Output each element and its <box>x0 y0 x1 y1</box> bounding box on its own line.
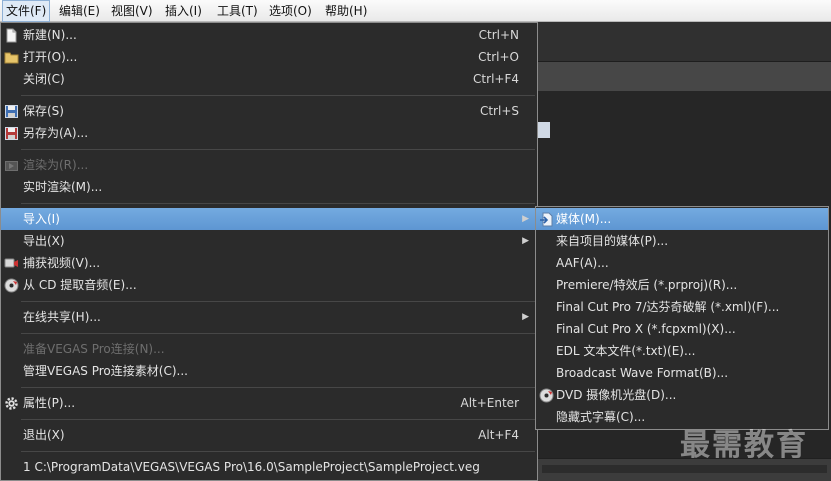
separator <box>21 387 535 388</box>
submenu-item-media[interactable]: 媒体(M)... <box>536 208 828 230</box>
file-menu-dropdown: 新建(N)... Ctrl+N 打开(O)... Ctrl+O 关闭(C) Ct… <box>0 22 538 481</box>
submenu-item-label: 媒体(M)... <box>556 212 612 226</box>
menu-options[interactable]: 选项(O) <box>266 0 315 22</box>
menu-file[interactable]: 文件(F) <box>2 0 51 22</box>
menu-item-label: 从 CD 提取音频(E)... <box>23 278 137 292</box>
submenu-item-label: Premiere/特效后 (*.prproj)(R)... <box>556 278 738 292</box>
submenu-item-fcp7[interactable]: Final Cut Pro 7/达芬奇破解 (*.xml)(F)... <box>536 296 828 318</box>
document-icon <box>538 122 550 138</box>
menu-item-label: 管理VEGAS Pro连接素材(C)... <box>23 364 188 378</box>
menu-item-label: 属性(P)... <box>23 396 76 410</box>
cd-icon <box>4 278 19 293</box>
submenu-item-edl[interactable]: EDL 文本文件(*.txt)(E)... <box>536 340 828 362</box>
submenu-item-label: Broadcast Wave Format(B)... <box>556 366 729 380</box>
save-disk-icon <box>5 105 18 118</box>
separator <box>21 203 535 204</box>
submenu-arrow-icon: ▶ <box>522 236 529 246</box>
render-icon <box>5 161 18 171</box>
watermark-logo: 最需教育 <box>680 428 808 463</box>
menu-item-label: 1 C:\ProgramData\VEGAS\VEGAS Pro\16.0\Sa… <box>23 460 480 474</box>
submenu-item-project-media[interactable]: 来自项目的媒体(P)... <box>536 230 828 252</box>
menu-item-import[interactable]: 导入(I) ▶ <box>1 208 537 230</box>
menu-item-label: 新建(N)... <box>23 28 77 42</box>
menu-item-label: 打开(O)... <box>23 50 78 64</box>
background-panel-header <box>538 62 831 92</box>
menu-item-label: 导出(X) <box>23 234 65 248</box>
shortcut-text: Ctrl+N <box>478 28 519 42</box>
menu-help[interactable]: 帮助(H) <box>322 0 370 22</box>
separator <box>21 419 535 420</box>
menu-item-properties[interactable]: 属性(P)... Alt+Enter <box>1 392 537 414</box>
separator <box>21 333 535 334</box>
menu-item-label: 退出(X) <box>23 428 65 442</box>
menu-item-label: 保存(S) <box>23 104 64 118</box>
menu-tools[interactable]: 工具(T) <box>214 0 261 22</box>
menu-item-open[interactable]: 打开(O)... Ctrl+O <box>1 46 537 68</box>
save-as-icon <box>5 127 18 140</box>
menu-item-save[interactable]: 保存(S) Ctrl+S <box>1 100 537 122</box>
submenu-item-label: Final Cut Pro 7/达芬奇破解 (*.xml)(F)... <box>556 300 780 314</box>
new-file-icon <box>6 28 17 43</box>
submenu-item-premiere[interactable]: Premiere/特效后 (*.prproj)(R)... <box>536 274 828 296</box>
separator <box>21 95 535 96</box>
menu-item-label: 准备VEGAS Pro连接(N)... <box>23 342 165 356</box>
menu-item-label: 渲染为(R)... <box>23 158 89 172</box>
submenu-item-label: EDL 文本文件(*.txt)(E)... <box>556 344 696 358</box>
menu-item-recent-file[interactable]: 1 C:\ProgramData\VEGAS\VEGAS Pro\16.0\Sa… <box>1 456 537 478</box>
folder-icon <box>4 52 19 64</box>
menu-item-label: 另存为(A)... <box>23 126 89 140</box>
submenu-item-fcpx[interactable]: Final Cut Pro X (*.fcpxml)(X)... <box>536 318 828 340</box>
menu-view[interactable]: 视图(V) <box>108 0 156 22</box>
menu-item-render-as: 渲染为(R)... <box>1 154 537 176</box>
shortcut-text: Alt+F4 <box>478 428 519 442</box>
menu-item-exit[interactable]: 退出(X) Alt+F4 <box>1 424 537 446</box>
menu-item-label: 在线共享(H)... <box>23 310 101 324</box>
shortcut-text: Alt+Enter <box>460 396 519 410</box>
dvd-icon <box>539 388 554 403</box>
menu-item-realtime-render[interactable]: 实时渲染(M)... <box>1 176 537 198</box>
menu-insert[interactable]: 插入(I) <box>162 0 205 22</box>
menu-item-capture-video[interactable]: 捕获视频(V)... <box>1 252 537 274</box>
menu-edit[interactable]: 编辑(E) <box>56 0 103 22</box>
menu-item-export[interactable]: 导出(X) ▶ <box>1 230 537 252</box>
scrollbar[interactable] <box>542 465 827 473</box>
menu-item-label: 关闭(C) <box>23 72 65 86</box>
menu-item-share-online[interactable]: 在线共享(H)... ▶ <box>1 306 537 328</box>
import-submenu: 媒体(M)... 来自项目的媒体(P)... AAF(A)... Premier… <box>535 206 829 430</box>
capture-video-icon <box>4 258 18 268</box>
submenu-item-bwf[interactable]: Broadcast Wave Format(B)... <box>536 362 828 384</box>
submenu-arrow-icon: ▶ <box>522 312 529 322</box>
menu-item-extract-cd[interactable]: 从 CD 提取音频(E)... <box>1 274 537 296</box>
media-import-icon <box>540 212 553 227</box>
shortcut-text: Ctrl+S <box>479 104 519 118</box>
menu-item-new[interactable]: 新建(N)... Ctrl+N <box>1 24 537 46</box>
background-toolbar <box>538 22 831 62</box>
submenu-item-label: 来自项目的媒体(P)... <box>556 234 669 248</box>
submenu-item-label: AAF(A)... <box>556 256 609 270</box>
menu-item-save-as[interactable]: 另存为(A)... <box>1 122 537 144</box>
menu-item-manage-connect[interactable]: 管理VEGAS Pro连接素材(C)... <box>1 360 537 382</box>
shortcut-text: Ctrl+O <box>478 50 519 64</box>
submenu-item-label: 隐藏式字幕(C)... <box>556 410 646 424</box>
submenu-item-aaf[interactable]: AAF(A)... <box>536 252 828 274</box>
menu-item-label: 捕获视频(V)... <box>23 256 101 270</box>
separator <box>21 451 535 452</box>
menu-item-label: 导入(I) <box>23 212 60 226</box>
separator <box>21 149 535 150</box>
menu-bar: 文件(F) 编辑(E) 视图(V) 插入(I) 工具(T) 选项(O) 帮助(H… <box>0 0 831 22</box>
submenu-item-label: DVD 摄像机光盘(D)... <box>556 388 677 402</box>
submenu-item-label: Final Cut Pro X (*.fcpxml)(X)... <box>556 322 736 336</box>
menu-item-close[interactable]: 关闭(C) Ctrl+F4 <box>1 68 537 90</box>
shortcut-text: Ctrl+F4 <box>473 72 519 86</box>
menu-item-label: 实时渲染(M)... <box>23 180 103 194</box>
submenu-item-dvd[interactable]: DVD 摄像机光盘(D)... <box>536 384 828 406</box>
gear-icon <box>5 397 18 410</box>
submenu-arrow-icon: ▶ <box>522 214 529 224</box>
separator <box>21 301 535 302</box>
menu-item-prepare-connect: 准备VEGAS Pro连接(N)... <box>1 338 537 360</box>
